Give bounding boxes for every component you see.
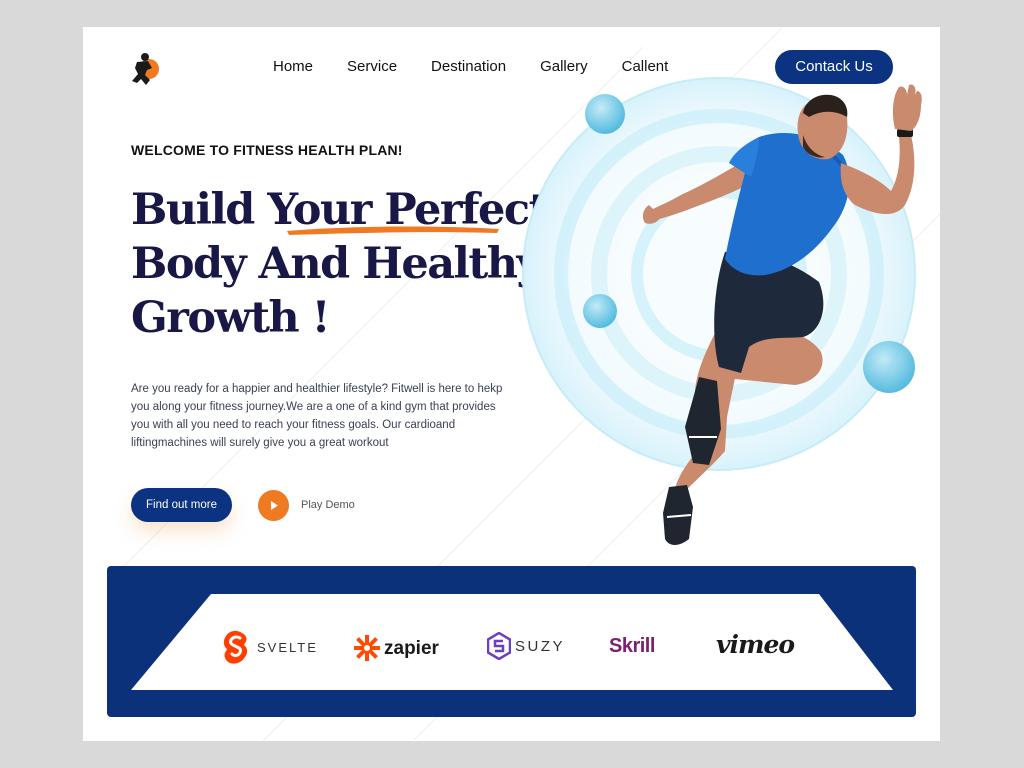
brand-vimeo: vimeo	[716, 630, 795, 659]
hero-description: Are you ready for a happier and healthie…	[131, 383, 503, 449]
play-demo-button[interactable]	[258, 490, 289, 521]
svelte-icon	[223, 630, 248, 664]
brand-vimeo-label: vimeo	[716, 630, 795, 659]
nav-home[interactable]: Home	[273, 57, 313, 77]
find-out-more-button[interactable]: Find out more	[131, 488, 232, 522]
brand-svelte: SVELTE	[221, 630, 318, 664]
nav-destination[interactable]: Destination	[431, 57, 506, 77]
brand-skrill-label: Skrill	[609, 635, 655, 657]
headline-line-1: Build Your Perfect	[131, 185, 548, 235]
welcome-text: WELCOME TO FITNESS HEALTH PLAN!	[131, 142, 403, 158]
brand-zapier: zapier	[352, 634, 439, 662]
headline-line-2: Body And Healthy	[131, 239, 542, 289]
brand-suzy: SUZY	[487, 632, 565, 660]
zapier-icon	[354, 635, 380, 661]
athlete-illustration	[522, 77, 922, 545]
brand-svelte-label: SVELTE	[257, 639, 318, 655]
nav-callent[interactable]: Callent	[622, 57, 669, 77]
suzy-icon	[487, 632, 511, 660]
partner-logos-band: SVELTE zapier SUZY Skrill vimeo	[107, 566, 916, 717]
nav-gallery[interactable]: Gallery	[540, 57, 588, 77]
page-card: Home Service Destination Gallery Callent…	[83, 27, 940, 741]
page-title: Build Your Perfect Body And Healthy Grow…	[131, 183, 551, 345]
headline-line-3: Growth !	[131, 293, 331, 343]
play-demo-label: Play Demo	[301, 499, 355, 511]
brand-suzy-label: SUZY	[515, 637, 566, 655]
nav-service[interactable]: Service	[347, 57, 397, 77]
runner-logo-icon[interactable]	[129, 52, 161, 88]
brand-zapier-label: zapier	[384, 637, 439, 659]
brand-skrill: Skrill	[609, 636, 655, 656]
play-icon	[271, 501, 278, 510]
main-nav: Home Service Destination Gallery Callent	[273, 57, 702, 77]
